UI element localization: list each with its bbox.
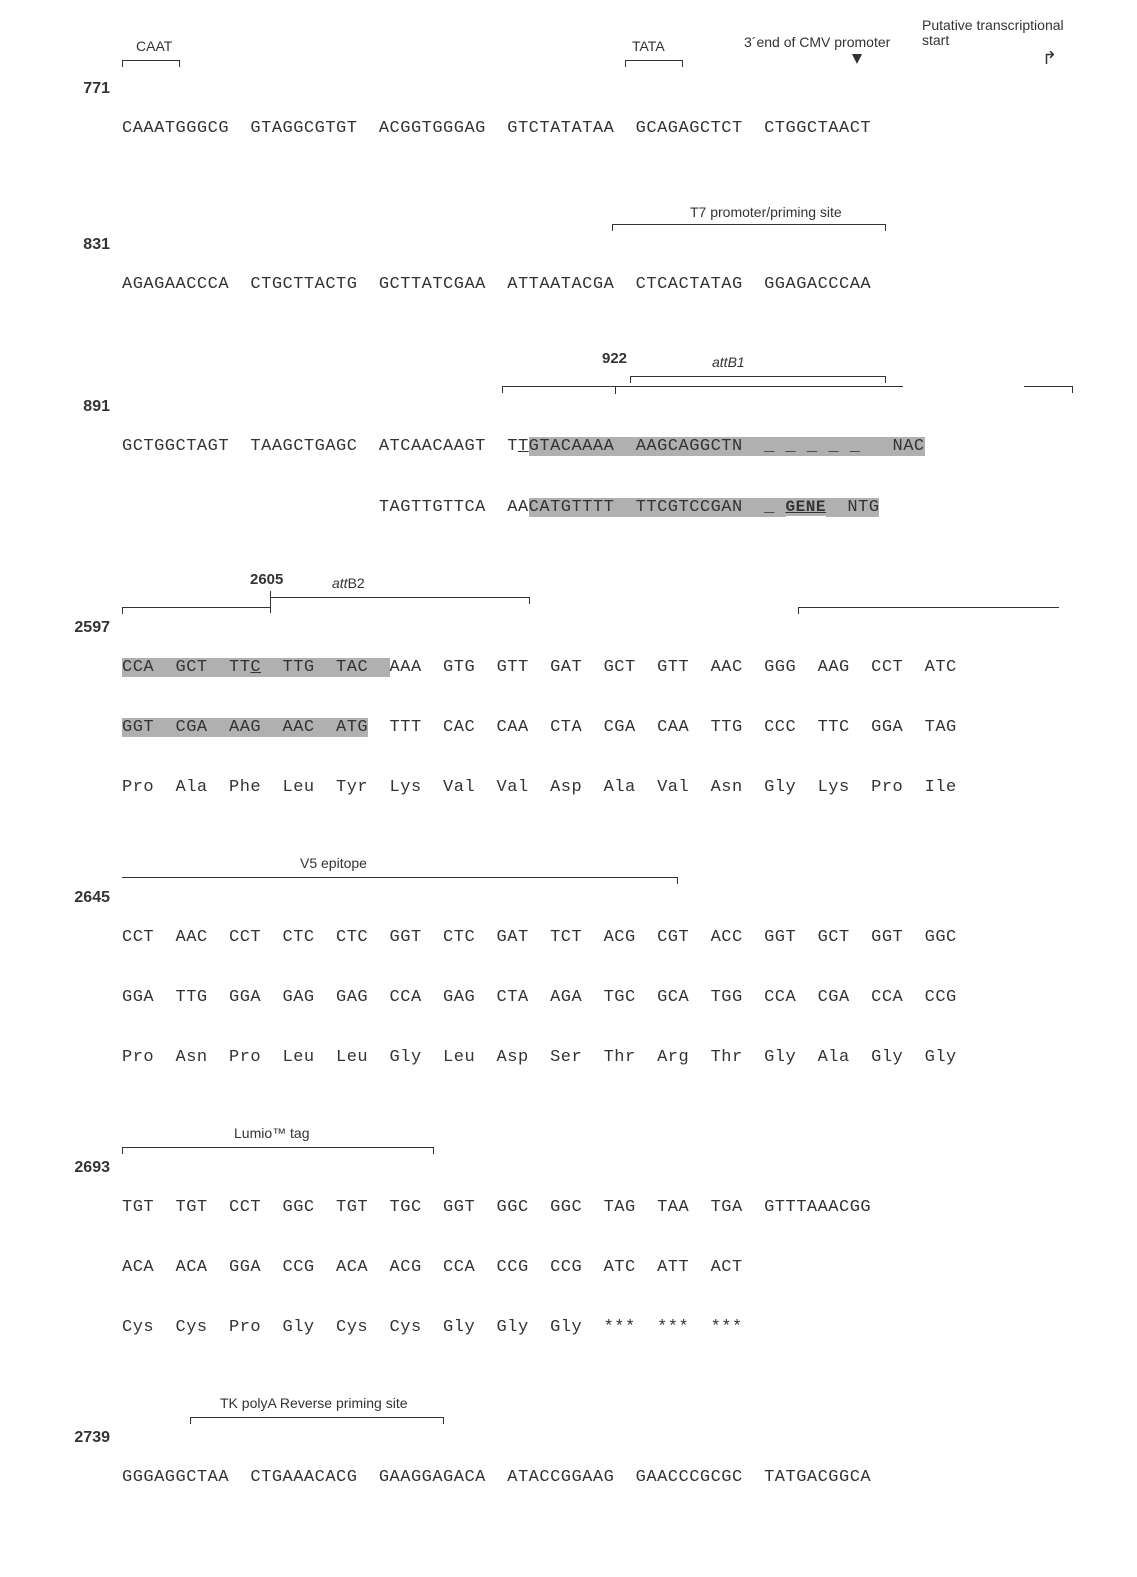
- annot-row-2739: TK polyA Reverse priming site: [122, 1399, 1105, 1429]
- arrow-trans-start: ↱: [1042, 48, 1057, 69]
- bracket-attB2: [270, 597, 530, 604]
- annot-row-2645: V5 epitope: [122, 859, 1105, 889]
- bracket-t7: [612, 224, 886, 231]
- annot-row-771: CAAT TATA 3´end of CMV promoter Putative…: [122, 38, 1105, 80]
- bracket-2597-left: [122, 607, 271, 614]
- pos-2597: 2597: [48, 619, 122, 637]
- label-cmv-3prime: 3´end of CMV promoter: [744, 34, 890, 50]
- pos-2693: 2693: [48, 1159, 122, 1177]
- annot-row-831: T7 promoter/priming site: [122, 206, 1105, 236]
- bracket-v5: [122, 877, 678, 884]
- seq-891-bot: TAGTTGTTCA AACATGTTTT TTCGTCCGAN _ GENE …: [122, 496, 925, 519]
- label-2605: 2605: [250, 571, 283, 588]
- gene-label: GENE: [786, 498, 826, 516]
- seq-891-top: GCTGGCTAGT TAAGCTGAGC ATCAACAAGT TTGTACA…: [122, 436, 925, 458]
- annot-row-891: 922 attB1: [122, 352, 1105, 398]
- label-attB1: attB1: [712, 354, 745, 370]
- bracket-v5-start: [798, 607, 1059, 614]
- annot-row-2597: 2605 attB2: [122, 573, 1105, 619]
- seq-2693-bot: ACA ACA GGA CCG ACA ACG CCA CCG CCG ATC …: [122, 1257, 871, 1279]
- label-t7: T7 promoter/priming site: [690, 204, 842, 220]
- annot-row-2693: Lumio™ tag: [122, 1129, 1105, 1159]
- seq-row-831: 831 AGAGAACCCA CTGCTTACTG GCTTATCGAA ATT…: [48, 236, 1105, 334]
- pos-2739: 2739: [48, 1429, 122, 1447]
- seq-831: AGAGAACCCA CTGCTTACTG GCTTATCGAA ATTAATA…: [122, 274, 871, 296]
- seq-2645-bot: GGA TTG GGA GAG GAG CCA GAG CTA AGA TGC …: [122, 987, 957, 1009]
- seq-2645-top: CCT AAC CCT CTC CTC GGT CTC GAT TCT ACG …: [122, 927, 957, 949]
- seq-2739: GGGAGGCTAA CTGAAACACG GAAGGAGACA ATACCGG…: [122, 1467, 871, 1489]
- aa-2693: Cys Cys Pro Gly Cys Cys Gly Gly Gly *** …: [122, 1317, 871, 1339]
- bracket-attB1: [630, 376, 886, 383]
- bracket-tata: [625, 60, 683, 67]
- bracket-tkpoly: [190, 1417, 444, 1424]
- seq-row-2645: 2645 CCT AAC CCT CTC CTC GGT CTC GAT TCT…: [48, 889, 1105, 1107]
- pos-831: 831: [48, 236, 122, 254]
- label-tata: TATA: [632, 38, 665, 54]
- seq-row-2693: 2693 TGT TGT CCT GGC TGT TGC GGT GGC GGC…: [48, 1159, 1105, 1377]
- label-attB2: attB2: [332, 575, 365, 591]
- label-v5: V5 epitope: [300, 855, 367, 871]
- seq-row-2597: 2597 CCA GCT TTC TTG TAC AAA GTG GTT GAT…: [48, 619, 1105, 837]
- label-tkpoly: TK polyA Reverse priming site: [220, 1395, 408, 1411]
- aa-2597: Pro Ala Phe Leu Tyr Lys Val Val Asp Ala …: [122, 777, 957, 799]
- pos-2645: 2645: [48, 889, 122, 907]
- seq-2693-top: TGT TGT CCT GGC TGT TGC GGT GGC GGC TAG …: [122, 1197, 871, 1219]
- pos-891: 891: [48, 398, 122, 416]
- bracket-lumio: [122, 1147, 434, 1154]
- label-922: 922: [602, 350, 627, 367]
- label-caat: CAAT: [136, 38, 172, 54]
- bracket-gene-right: [1024, 386, 1073, 393]
- seq-2597-bot: GGT CGA AAG AAC ATG TTT CAC CAA CTA CGA …: [122, 717, 957, 739]
- label-putative-start: Putative transcriptional start: [922, 18, 1072, 48]
- arrow-cmv-end: [852, 54, 862, 64]
- aa-2645: Pro Asn Pro Leu Leu Gly Leu Asp Ser Thr …: [122, 1047, 957, 1069]
- bracket-caat: [122, 60, 180, 67]
- label-lumio: Lumio™ tag: [234, 1125, 309, 1141]
- seq-771: CAAATGGGCG GTAGGCGTGT ACGGTGGGAG GTCTATA…: [122, 118, 871, 140]
- seq-2597-top: CCA GCT TTC TTG TAC AAA GTG GTT GAT GCT …: [122, 657, 957, 679]
- seq-row-2739: 2739 GGGAGGCTAA CTGAAACACG GAAGGAGACA AT…: [48, 1429, 1105, 1527]
- bracket-attB1-outer: [502, 386, 903, 393]
- seq-row-771: 771 CAAATGGGCG GTAGGCGTGT ACGGTGGGAG GTC…: [48, 80, 1105, 178]
- pos-771: 771: [48, 80, 122, 98]
- seq-row-891: 891 GCTGGCTAGT TAAGCTGAGC ATCAACAAGT TTG…: [48, 398, 1105, 557]
